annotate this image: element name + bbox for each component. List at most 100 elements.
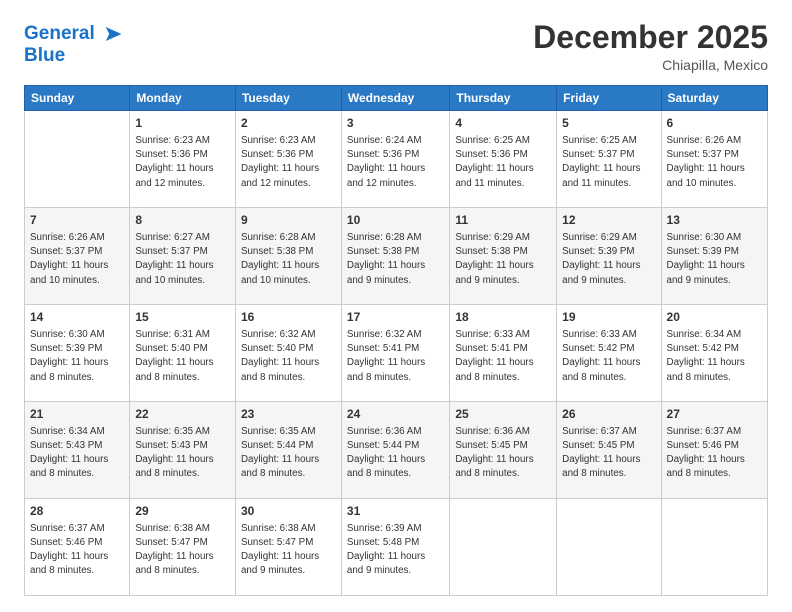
day-number: 20 xyxy=(667,309,762,326)
day-number: 30 xyxy=(241,503,336,520)
day-number: 17 xyxy=(347,309,444,326)
page: General Blue December 2025 Chiapilla, Me… xyxy=(0,0,792,612)
cell-info: Sunrise: 6:25 AM Sunset: 5:36 PM Dayligh… xyxy=(455,134,551,191)
cell-info: Sunrise: 6:35 AM Sunset: 5:44 PM Dayligh… xyxy=(241,425,336,482)
day-number: 11 xyxy=(455,212,551,229)
calendar-week-2: 7Sunrise: 6:26 AM Sunset: 5:37 PM Daylig… xyxy=(25,208,768,305)
cell-info: Sunrise: 6:37 AM Sunset: 5:46 PM Dayligh… xyxy=(30,522,124,579)
calendar-cell: 13 Sunrise: 6:30 AM Sunset: 5:39 PM Dayli… xyxy=(661,208,767,305)
day-number: 22 xyxy=(135,406,230,423)
calendar-cell: 1 Sunrise: 6:23 AM Sunset: 5:36 PM Daylig… xyxy=(130,111,236,208)
calendar-cell: 11 Sunrise: 6:29 AM Sunset: 5:38 PM Dayli… xyxy=(450,208,557,305)
header-wednesday: Wednesday xyxy=(341,86,449,111)
calendar-cell: 25 Sunrise: 6:36 AM Sunset: 5:45 PM Dayli… xyxy=(450,402,557,499)
day-number: 10 xyxy=(347,212,444,229)
cell-info: Sunrise: 6:29 AM Sunset: 5:38 PM Dayligh… xyxy=(455,231,551,288)
calendar-week-5: 28 Sunrise: 6:37 AM Sunset: 5:46 PM Dayli… xyxy=(25,499,768,596)
cell-info: Sunrise: 6:26 AM Sunset: 5:37 PM Dayligh… xyxy=(30,231,124,288)
cell-info: Sunrise: 6:24 AM Sunset: 5:36 PM Dayligh… xyxy=(347,134,444,191)
cell-info: Sunrise: 6:39 AM Sunset: 5:48 PM Dayligh… xyxy=(347,522,444,579)
calendar-cell: 5 Sunrise: 6:25 AM Sunset: 5:37 PM Daylig… xyxy=(557,111,661,208)
cell-info: Sunrise: 6:34 AM Sunset: 5:42 PM Dayligh… xyxy=(667,328,762,385)
calendar-cell xyxy=(557,499,661,596)
calendar-cell: 27 Sunrise: 6:37 AM Sunset: 5:46 PM Dayli… xyxy=(661,402,767,499)
calendar-cell: 20 Sunrise: 6:34 AM Sunset: 5:42 PM Dayli… xyxy=(661,305,767,402)
day-number: 24 xyxy=(347,406,444,423)
calendar-cell: 4 Sunrise: 6:25 AM Sunset: 5:36 PM Daylig… xyxy=(450,111,557,208)
cell-info: Sunrise: 6:28 AM Sunset: 5:38 PM Dayligh… xyxy=(347,231,444,288)
month-title: December 2025 xyxy=(533,20,768,55)
cell-info: Sunrise: 6:36 AM Sunset: 5:44 PM Dayligh… xyxy=(347,425,444,482)
cell-info: Sunrise: 6:25 AM Sunset: 5:37 PM Dayligh… xyxy=(562,134,655,191)
calendar-week-1: 1 Sunrise: 6:23 AM Sunset: 5:36 PM Daylig… xyxy=(25,111,768,208)
day-number: 9 xyxy=(241,212,336,229)
logo: General Blue xyxy=(24,20,125,67)
calendar-cell xyxy=(661,499,767,596)
calendar-cell: 12 Sunrise: 6:29 AM Sunset: 5:39 PM Dayli… xyxy=(557,208,661,305)
calendar-cell: 10 Sunrise: 6:28 AM Sunset: 5:38 PM Dayli… xyxy=(341,208,449,305)
cell-info: Sunrise: 6:38 AM Sunset: 5:47 PM Dayligh… xyxy=(241,522,336,579)
calendar-cell: 8Sunrise: 6:27 AM Sunset: 5:37 PM Daylig… xyxy=(130,208,236,305)
cell-info: Sunrise: 6:32 AM Sunset: 5:41 PM Dayligh… xyxy=(347,328,444,385)
day-number: 4 xyxy=(455,115,551,132)
calendar-cell: 2Sunrise: 6:23 AM Sunset: 5:36 PM Daylig… xyxy=(235,111,341,208)
calendar-cell: 18Sunrise: 6:33 AM Sunset: 5:41 PM Dayli… xyxy=(450,305,557,402)
day-number: 25 xyxy=(455,406,551,423)
day-number: 15 xyxy=(135,309,230,326)
calendar-cell: 30 Sunrise: 6:38 AM Sunset: 5:47 PM Dayli… xyxy=(235,499,341,596)
header-sunday: Sunday xyxy=(25,86,130,111)
cell-info: Sunrise: 6:27 AM Sunset: 5:37 PM Dayligh… xyxy=(135,231,230,288)
day-number: 26 xyxy=(562,406,655,423)
day-number: 1 xyxy=(135,115,230,132)
header: General Blue December 2025 Chiapilla, Me… xyxy=(24,20,768,73)
day-number: 19 xyxy=(562,309,655,326)
cell-info: Sunrise: 6:34 AM Sunset: 5:43 PM Dayligh… xyxy=(30,425,124,482)
day-number: 27 xyxy=(667,406,762,423)
calendar-cell: 15 Sunrise: 6:31 AM Sunset: 5:40 PM Dayli… xyxy=(130,305,236,402)
calendar-cell: 16Sunrise: 6:32 AM Sunset: 5:40 PM Dayli… xyxy=(235,305,341,402)
day-number: 3 xyxy=(347,115,444,132)
cell-info: Sunrise: 6:26 AM Sunset: 5:37 PM Dayligh… xyxy=(667,134,762,191)
calendar-cell: 14Sunrise: 6:30 AM Sunset: 5:39 PM Dayli… xyxy=(25,305,130,402)
cell-info: Sunrise: 6:30 AM Sunset: 5:39 PM Dayligh… xyxy=(667,231,762,288)
day-number: 16 xyxy=(241,309,336,326)
header-saturday: Saturday xyxy=(661,86,767,111)
logo-blue: Blue xyxy=(24,46,125,67)
day-number: 29 xyxy=(135,503,230,520)
cell-info: Sunrise: 6:23 AM Sunset: 5:36 PM Dayligh… xyxy=(135,134,230,191)
cell-info: Sunrise: 6:31 AM Sunset: 5:40 PM Dayligh… xyxy=(135,328,230,385)
calendar-cell: 9 Sunrise: 6:28 AM Sunset: 5:38 PM Daylig… xyxy=(235,208,341,305)
cell-info: Sunrise: 6:28 AM Sunset: 5:38 PM Dayligh… xyxy=(241,231,336,288)
calendar-cell: 21Sunrise: 6:34 AM Sunset: 5:43 PM Dayli… xyxy=(25,402,130,499)
calendar-cell: 17 Sunrise: 6:32 AM Sunset: 5:41 PM Dayli… xyxy=(341,305,449,402)
cell-info: Sunrise: 6:30 AM Sunset: 5:39 PM Dayligh… xyxy=(30,328,124,385)
calendar-cell: 24 Sunrise: 6:36 AM Sunset: 5:44 PM Dayli… xyxy=(341,402,449,499)
calendar-week-4: 21Sunrise: 6:34 AM Sunset: 5:43 PM Dayli… xyxy=(25,402,768,499)
day-number: 13 xyxy=(667,212,762,229)
calendar-cell: 31 Sunrise: 6:39 AM Sunset: 5:48 PM Dayli… xyxy=(341,499,449,596)
cell-info: Sunrise: 6:29 AM Sunset: 5:39 PM Dayligh… xyxy=(562,231,655,288)
cell-info: Sunrise: 6:33 AM Sunset: 5:41 PM Dayligh… xyxy=(455,328,551,385)
calendar-table: Sunday Monday Tuesday Wednesday Thursday… xyxy=(24,85,768,596)
calendar-cell: 23Sunrise: 6:35 AM Sunset: 5:44 PM Dayli… xyxy=(235,402,341,499)
day-number: 28 xyxy=(30,503,124,520)
day-number: 31 xyxy=(347,503,444,520)
calendar-cell xyxy=(25,111,130,208)
title-block: December 2025 Chiapilla, Mexico xyxy=(533,20,768,73)
calendar-week-3: 14Sunrise: 6:30 AM Sunset: 5:39 PM Dayli… xyxy=(25,305,768,402)
cell-info: Sunrise: 6:38 AM Sunset: 5:47 PM Dayligh… xyxy=(135,522,230,579)
day-number: 5 xyxy=(562,115,655,132)
cell-info: Sunrise: 6:36 AM Sunset: 5:45 PM Dayligh… xyxy=(455,425,551,482)
calendar-cell: 26Sunrise: 6:37 AM Sunset: 5:45 PM Dayli… xyxy=(557,402,661,499)
cell-info: Sunrise: 6:33 AM Sunset: 5:42 PM Dayligh… xyxy=(562,328,655,385)
cell-info: Sunrise: 6:23 AM Sunset: 5:36 PM Dayligh… xyxy=(241,134,336,191)
cell-info: Sunrise: 6:37 AM Sunset: 5:46 PM Dayligh… xyxy=(667,425,762,482)
calendar-cell: 29 Sunrise: 6:38 AM Sunset: 5:47 PM Dayli… xyxy=(130,499,236,596)
calendar-cell: 3 Sunrise: 6:24 AM Sunset: 5:36 PM Daylig… xyxy=(341,111,449,208)
header-friday: Friday xyxy=(557,86,661,111)
calendar-cell: 22 Sunrise: 6:35 AM Sunset: 5:43 PM Dayli… xyxy=(130,402,236,499)
day-number: 12 xyxy=(562,212,655,229)
day-number: 6 xyxy=(667,115,762,132)
header-monday: Monday xyxy=(130,86,236,111)
cell-info: Sunrise: 6:35 AM Sunset: 5:43 PM Dayligh… xyxy=(135,425,230,482)
